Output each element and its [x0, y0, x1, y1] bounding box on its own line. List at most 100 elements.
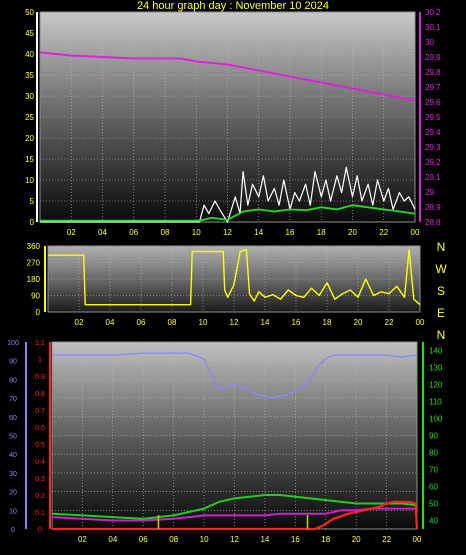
y-rain-tick-label: 0.5: [35, 442, 45, 449]
x-tick-label: 10: [199, 318, 208, 327]
y-left-tick-label: 10: [25, 176, 34, 185]
y-humidity-tick-label: 90: [9, 359, 17, 366]
y-right-tick-label: 28.9: [425, 203, 441, 212]
y-left-tick-label: 15: [25, 155, 34, 164]
y-left-tick-label: 50: [25, 8, 34, 17]
y-temp-tick-label: 50: [429, 500, 438, 509]
y-humidity-tick-label: 40: [9, 452, 17, 459]
y-rain-tick-label: 0.9: [35, 374, 45, 381]
x-tick-label: 22: [385, 318, 394, 327]
x-tick-label: 04: [108, 535, 117, 544]
y-left-tick-label: 45: [25, 29, 34, 38]
x-tick-label: 00: [413, 535, 422, 544]
y-rain-tick-label: 1: [38, 357, 42, 364]
y-tick-label: 360: [27, 242, 41, 251]
x-tick-label: 08: [168, 318, 177, 327]
y-temp-tick-label: 90: [429, 432, 438, 441]
y-right-tick-label: 29.3: [425, 143, 441, 152]
x-tick-label: 22: [382, 535, 391, 544]
y-rain-tick-label: 0.6: [35, 425, 45, 432]
y-right-tick-label: 29: [425, 188, 434, 197]
y-humidity-tick-label: 50: [9, 434, 17, 441]
x-tick-label: 04: [106, 318, 115, 327]
y-left-tick-label: 30: [25, 92, 34, 101]
y-right-tick-label: 30.1: [425, 23, 441, 32]
y-rain-tick-label: 0: [38, 527, 42, 534]
y-left-tick-label: 35: [25, 71, 34, 80]
y-temp-tick-label: 110: [429, 398, 442, 407]
y-right-tick-label: 29.1: [425, 173, 441, 182]
x-tick-label: 20: [354, 318, 363, 327]
x-tick-label: 16: [292, 318, 301, 327]
y-humidity-tick-label: 100: [7, 340, 19, 347]
x-tick-label: 12: [230, 535, 239, 544]
y-temp-tick-label: 120: [429, 381, 443, 390]
y-temp-tick-label: 80: [429, 449, 438, 458]
y-temp-tick-label: 130: [429, 364, 443, 373]
x-tick-label: 14: [261, 318, 270, 327]
compass-label-n-bottom: N: [436, 328, 446, 342]
x-tick-label: 10: [192, 228, 201, 237]
x-tick-label: 06: [137, 318, 146, 327]
x-tick-label: 18: [317, 228, 326, 237]
y-humidity-tick-label: 30: [9, 471, 17, 478]
x-tick-label: 12: [230, 318, 239, 327]
y-left-tick-label: 5: [30, 197, 35, 206]
x-tick-label: 02: [78, 535, 87, 544]
y-temp-tick-label: 60: [429, 483, 438, 492]
x-tick-label: 22: [379, 228, 388, 237]
y-rain-tick-label: 0.2: [35, 493, 45, 500]
y-left-tick-label: 20: [25, 134, 34, 143]
compass-label-s: S: [436, 284, 445, 298]
x-tick-label: 02: [67, 228, 76, 237]
x-tick-label: 02: [75, 318, 84, 327]
compass-label-e: E: [436, 306, 445, 320]
y-left-tick-label: 0: [30, 218, 35, 227]
y-rain-tick-label: 0.4: [35, 459, 45, 466]
y-tick-label: 0: [36, 308, 41, 317]
y-right-tick-label: 29.6: [425, 98, 441, 107]
y-right-tick-label: 30.2: [425, 8, 441, 17]
y-left-tick-label: 40: [25, 50, 34, 59]
weather-charts: 02 04 06 08 10 12 14 16 18 20 22 000510152025303540…: [7, 8, 443, 544]
x-tick-label: 04: [98, 228, 107, 237]
x-tick-label: 00: [416, 318, 425, 327]
y-rain-tick-label: 0.7: [35, 408, 45, 415]
y-humidity-tick-label: 10: [9, 508, 17, 515]
y-tick-label: 180: [27, 275, 41, 284]
y-rain-tick-label: 0.1: [35, 510, 45, 517]
compass-label-w: W: [435, 262, 447, 276]
x-tick-label: 20: [352, 535, 361, 544]
x-tick-label: 06: [129, 228, 138, 237]
y-right-tick-label: 29.5: [425, 113, 441, 122]
y-temp-tick-label: 40: [429, 517, 438, 526]
y-right-tick-label: 29.2: [425, 158, 441, 167]
y-right-tick-label: 29.7: [425, 83, 441, 92]
y-right-tick-label: 30: [425, 38, 434, 47]
x-tick-label: 12: [223, 228, 232, 237]
x-tick-label: 06: [139, 535, 148, 544]
y-rain-tick-label: 1.1: [35, 340, 45, 347]
y-right-tick-label: 29.9: [425, 53, 441, 62]
y-right-tick-label: 29.8: [425, 68, 441, 77]
compass-labels: N W S E N: [432, 240, 450, 350]
x-tick-label: 08: [169, 535, 178, 544]
x-tick-label: 10: [200, 535, 209, 544]
x-tick-label: 08: [161, 228, 170, 237]
y-rain-tick-label: 0.8: [35, 391, 45, 398]
y-rain-tick-label: 0.3: [35, 476, 45, 483]
y-right-tick-label: 28.8: [425, 218, 441, 227]
x-tick-label: 18: [321, 535, 330, 544]
y-humidity-tick-label: 70: [9, 396, 17, 403]
y-humidity-tick-label: 0: [11, 527, 15, 534]
y-temp-tick-label: 100: [429, 415, 443, 424]
x-tick-label: 18: [323, 318, 332, 327]
y-left-tick-label: 25: [25, 113, 34, 122]
x-tick-label: 16: [286, 228, 295, 237]
x-tick-label: 16: [291, 535, 300, 544]
x-tick-label: 20: [348, 228, 357, 237]
compass-label-n-top: N: [436, 240, 446, 254]
x-tick-label: 00: [411, 228, 420, 237]
y-tick-label: 270: [27, 259, 41, 268]
y-humidity-tick-label: 20: [9, 490, 17, 497]
